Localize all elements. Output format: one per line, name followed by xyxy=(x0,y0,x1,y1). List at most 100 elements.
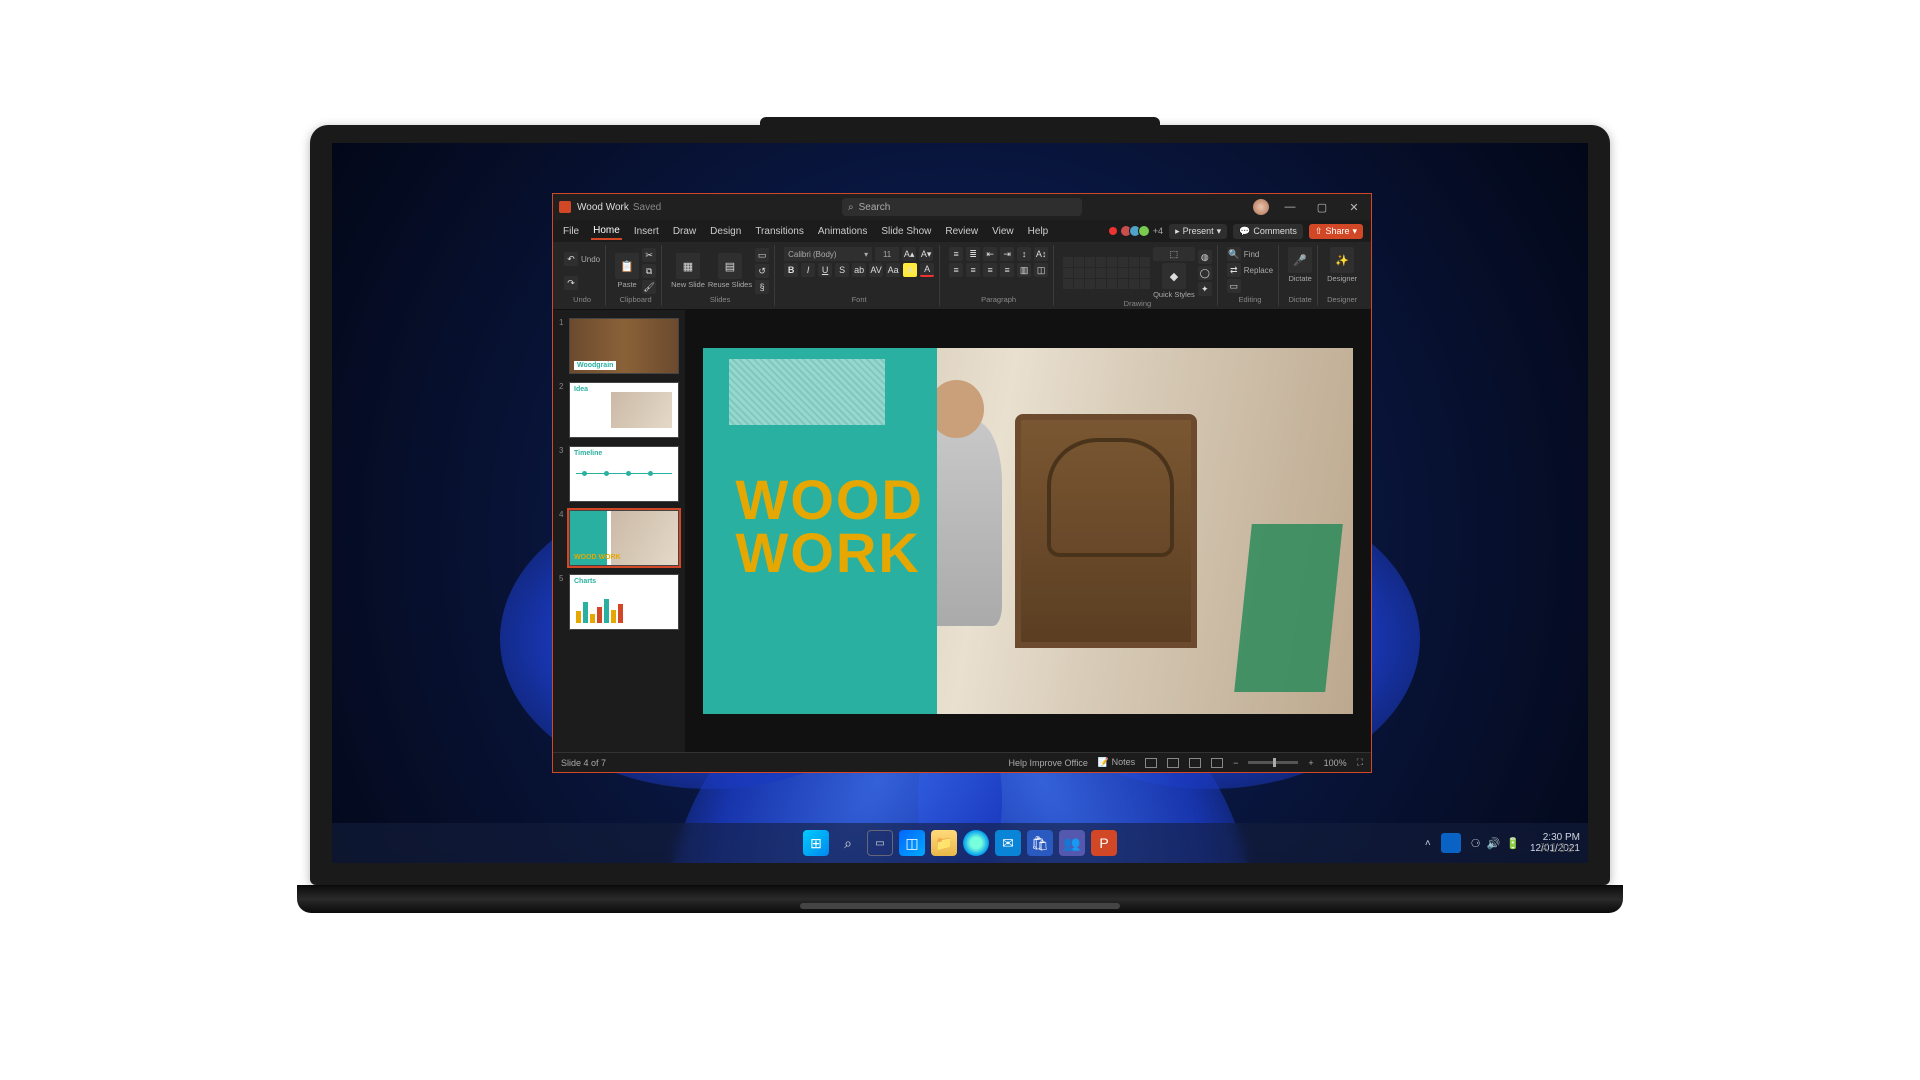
normal-view-button[interactable] xyxy=(1145,758,1157,768)
tray-accent-icon[interactable] xyxy=(1441,833,1461,853)
teams-button[interactable]: 👥 xyxy=(1059,830,1085,856)
tab-design[interactable]: Design xyxy=(708,224,743,239)
replace-button[interactable]: ⇄ xyxy=(1227,263,1241,277)
reset-button[interactable]: ↺ xyxy=(755,264,769,278)
format-painter-button[interactable]: 🖌 xyxy=(642,280,656,294)
slide-thumbnail-5[interactable]: Charts xyxy=(569,574,679,630)
redo-button[interactable]: ↷ xyxy=(564,276,578,290)
reading-view-button[interactable] xyxy=(1189,758,1201,768)
tray-chevron-icon[interactable]: ˄ xyxy=(1425,838,1431,849)
maximize-button[interactable]: ▢ xyxy=(1311,201,1333,214)
designer-button[interactable]: ✨ xyxy=(1330,247,1354,273)
case-button[interactable]: Aa xyxy=(886,263,900,277)
align-center-button[interactable]: ≡ xyxy=(966,263,980,277)
user-avatar[interactable] xyxy=(1253,199,1269,215)
tab-animations[interactable]: Animations xyxy=(816,224,869,239)
bold-button[interactable]: B xyxy=(784,263,798,277)
zoom-in-button[interactable]: + xyxy=(1308,758,1313,768)
font-name-select[interactable]: Calibri (Body)▾ xyxy=(784,247,872,261)
shape-fill-button[interactable]: ◍ xyxy=(1198,250,1212,264)
tab-review[interactable]: Review xyxy=(943,224,980,239)
slide-thumbnail-2[interactable]: Idea xyxy=(569,382,679,438)
dictate-button[interactable]: 🎤 xyxy=(1288,247,1312,273)
task-view-button[interactable]: ▭ xyxy=(867,830,893,856)
smartart-button[interactable]: ◫ xyxy=(1034,263,1048,277)
indent-dec-button[interactable]: ⇤ xyxy=(983,247,997,261)
minimize-button[interactable]: — xyxy=(1279,201,1301,213)
tab-file[interactable]: File xyxy=(561,224,581,239)
current-slide[interactable]: WOOD WORK xyxy=(703,348,1353,714)
tab-view[interactable]: View xyxy=(990,224,1016,239)
undo-button[interactable]: ↶ xyxy=(564,252,578,266)
tab-draw[interactable]: Draw xyxy=(671,224,698,239)
strike-button[interactable]: S xyxy=(835,263,849,277)
file-explorer-button[interactable]: 📁 xyxy=(931,830,957,856)
zoom-slider[interactable] xyxy=(1248,761,1298,764)
share-button[interactable]: ⇧ Share ▾ xyxy=(1309,224,1363,239)
find-button[interactable]: 🔍 xyxy=(1227,247,1241,261)
edge-button[interactable] xyxy=(963,830,989,856)
slide-canvas-area[interactable]: WOOD WORK xyxy=(685,310,1371,752)
tab-insert[interactable]: Insert xyxy=(632,224,661,239)
indent-inc-button[interactable]: ⇥ xyxy=(1000,247,1014,261)
store-button[interactable]: 🛍 xyxy=(1027,830,1053,856)
font-color-button[interactable]: A xyxy=(920,263,934,277)
justify-button[interactable]: ≡ xyxy=(1000,263,1014,277)
help-link[interactable]: Help Improve Office xyxy=(1009,758,1088,768)
columns-button[interactable]: ▥ xyxy=(1017,263,1031,277)
tab-home[interactable]: Home xyxy=(591,223,622,240)
section-button[interactable]: § xyxy=(755,280,769,294)
recording-icon[interactable] xyxy=(1109,227,1117,235)
taskbar-search-button[interactable]: ⌕ xyxy=(835,830,861,856)
widgets-button[interactable]: ◫ xyxy=(899,830,925,856)
search-input[interactable]: ⌕ Search xyxy=(842,198,1082,216)
underline-button[interactable]: U xyxy=(818,263,832,277)
italic-button[interactable]: I xyxy=(801,263,815,277)
shapes-gallery[interactable] xyxy=(1063,257,1150,289)
present-button[interactable]: ▸ Present ▾ xyxy=(1169,224,1227,239)
battery-icon[interactable]: 🔋 xyxy=(1506,837,1520,850)
close-button[interactable]: ✕ xyxy=(1343,201,1365,214)
cut-button[interactable]: ✂ xyxy=(642,248,656,262)
slide-title[interactable]: WOOD WORK xyxy=(736,473,924,579)
slideshow-view-button[interactable] xyxy=(1211,758,1223,768)
shrink-font-button[interactable]: A▾ xyxy=(919,247,933,261)
start-button[interactable]: ⊞ xyxy=(803,830,829,856)
tab-transitions[interactable]: Transitions xyxy=(753,224,806,239)
shape-outline-button[interactable]: ◯ xyxy=(1198,266,1212,280)
collaborators[interactable]: +4 xyxy=(1123,225,1163,237)
spacing-button[interactable]: AV xyxy=(869,263,883,277)
shadow-button[interactable]: ab xyxy=(852,263,866,277)
volume-icon[interactable]: 🔊 xyxy=(1487,837,1501,850)
grow-font-button[interactable]: A▴ xyxy=(902,247,916,261)
powerpoint-taskbar-button[interactable]: P xyxy=(1091,830,1117,856)
quick-styles-button[interactable]: ◆ xyxy=(1162,263,1186,289)
slide-thumbnail-4[interactable]: WOOD WORK xyxy=(569,510,679,566)
bullets-button[interactable]: ≡ xyxy=(949,247,963,261)
paste-button[interactable]: 📋 xyxy=(615,253,639,279)
font-size-select[interactable]: 11 xyxy=(875,247,899,261)
tab-slideshow[interactable]: Slide Show xyxy=(879,224,933,239)
fit-button[interactable]: ⛶ xyxy=(1357,757,1363,768)
mail-button[interactable]: ✉ xyxy=(995,830,1021,856)
tab-help[interactable]: Help xyxy=(1026,224,1051,239)
text-direction-button[interactable]: A↕ xyxy=(1034,247,1048,261)
line-spacing-button[interactable]: ↕ xyxy=(1017,247,1031,261)
slide-thumbnail-1[interactable]: Woodgrain xyxy=(569,318,679,374)
notes-button[interactable]: 📝 Notes xyxy=(1098,757,1135,768)
shape-effects-button[interactable]: ✦ xyxy=(1198,282,1212,296)
align-left-button[interactable]: ≡ xyxy=(949,263,963,277)
reuse-slides-button[interactable]: ▤ xyxy=(718,253,742,279)
numbering-button[interactable]: ≣ xyxy=(966,247,980,261)
comments-button[interactable]: 💬 Comments xyxy=(1233,224,1303,239)
select-button[interactable]: ▭ xyxy=(1227,279,1241,293)
wifi-icon[interactable]: ⚆ xyxy=(1471,837,1481,850)
zoom-out-button[interactable]: − xyxy=(1233,758,1238,768)
slide-thumbnail-3[interactable]: Timeline xyxy=(569,446,679,502)
sorter-view-button[interactable] xyxy=(1167,758,1179,768)
new-slide-button[interactable]: ▦ xyxy=(676,253,700,279)
highlight-button[interactable]: A xyxy=(903,263,917,277)
zoom-level[interactable]: 100% xyxy=(1324,758,1347,768)
align-right-button[interactable]: ≡ xyxy=(983,263,997,277)
layout-button[interactable]: ▭ xyxy=(755,248,769,262)
